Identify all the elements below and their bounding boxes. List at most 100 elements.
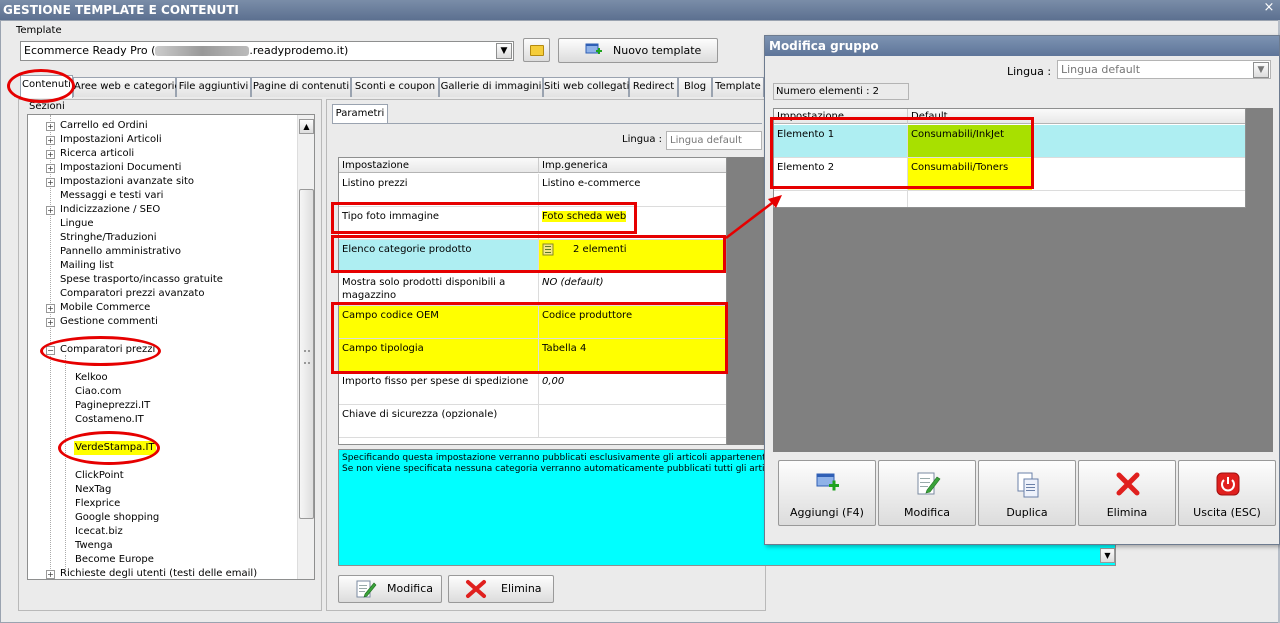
tree-item[interactable]: Comparatori prezzi avanzato: [60, 287, 204, 301]
tree-item[interactable]: Google shopping: [75, 511, 159, 525]
template-select[interactable]: Ecommerce Ready Pro ( .readyprodemo.it) ▼: [20, 41, 514, 61]
close-icon[interactable]: ×: [1262, 0, 1276, 20]
annotation-box: [331, 202, 637, 234]
tree-item[interactable]: Twenga: [75, 539, 113, 553]
new-template-label: Nuovo template: [613, 44, 702, 57]
expand-icon[interactable]: +: [46, 318, 55, 327]
tab-parametri[interactable]: Parametri: [332, 104, 388, 124]
edit-icon: [917, 472, 941, 495]
expand-icon[interactable]: +: [46, 304, 55, 313]
edit-icon: [356, 580, 377, 598]
modify-button[interactable]: Modifica: [338, 575, 442, 603]
settings-grid: Impostazione Imp.generica Listino prezzi…: [338, 157, 727, 445]
dialog-grid-empty: [1246, 108, 1273, 208]
add-window-icon: [585, 43, 602, 54]
chevron-down-icon[interactable]: ▼: [496, 43, 512, 59]
tree-item[interactable]: Messaggi e testi vari: [60, 189, 163, 203]
grid-header-value: Imp.generica: [539, 158, 726, 173]
open-folder-button[interactable]: [523, 38, 550, 62]
delete-label: Elimina: [501, 582, 542, 595]
tab-blog[interactable]: Blog: [678, 77, 712, 97]
tree-item[interactable]: Carrello ed Ordini: [60, 119, 148, 133]
tree-item[interactable]: Richieste degli utenti (testi delle emai…: [60, 567, 257, 579]
expand-icon[interactable]: +: [46, 570, 55, 579]
redacted-host: [155, 46, 250, 56]
chevron-down-icon[interactable]: ▼: [1253, 62, 1269, 78]
tree-item[interactable]: Impostazioni Articoli: [60, 133, 162, 147]
params-tab-line: [332, 123, 762, 124]
tree-item[interactable]: Icecat.biz: [75, 525, 123, 539]
scroll-up-icon[interactable]: ▲: [299, 119, 314, 134]
tree-item[interactable]: Indicizzazione / SEO: [60, 203, 160, 217]
tree-item[interactable]: Mobile Commerce: [60, 301, 150, 315]
add-button[interactable]: Aggiungi (F4): [778, 460, 876, 526]
tree-guide-subline: [65, 355, 66, 569]
grip-icon: [304, 350, 310, 364]
tree-item[interactable]: Impostazioni avanzate sito: [60, 175, 194, 189]
tab-gallerie[interactable]: Gallerie di immagini: [439, 77, 543, 97]
duplicate-icon: [1017, 472, 1039, 498]
setting-value[interactable]: 0,00: [539, 372, 726, 405]
tree-item[interactable]: Ciao.com: [75, 385, 121, 399]
add-window-icon: [816, 473, 839, 491]
expand-icon[interactable]: +: [46, 150, 55, 159]
dialog-grid-empty: [773, 208, 1273, 452]
chevron-down-icon[interactable]: ▼: [1100, 548, 1115, 563]
folder-icon: [530, 45, 544, 56]
dialog-lingua-select[interactable]: Lingua default ▼: [1057, 60, 1271, 79]
dialog-title: Modifica gruppo: [765, 36, 1279, 56]
tree-item[interactable]: Ricerca articoli: [60, 147, 134, 161]
modify-label: Modifica: [387, 582, 433, 595]
template-value-prefix: Ecommerce Ready Pro (: [24, 44, 156, 57]
modifica-gruppo-dialog: Modifica gruppo Lingua : Lingua default …: [764, 35, 1280, 545]
expand-icon[interactable]: +: [46, 136, 55, 145]
tree-item[interactable]: Mailing list: [60, 259, 114, 273]
scroll-thumb[interactable]: [299, 189, 314, 519]
setting-name: Importo fisso per spese di spedizione: [339, 372, 539, 405]
tree-item[interactable]: Pagineprezzi.IT: [75, 399, 150, 413]
dialog-lingua-label: Lingua :: [1007, 65, 1052, 78]
setting-name: Chiave di sicurezza (opzionale): [339, 405, 539, 438]
tab-template[interactable]: Template: [712, 77, 764, 97]
annotation-arrow-icon: [725, 195, 782, 239]
tree-item[interactable]: Costameno.IT: [75, 413, 144, 427]
setting-value[interactable]: [539, 405, 726, 438]
tree-item[interactable]: Become Europe: [75, 553, 154, 567]
tree-item[interactable]: Stringhe/Traduzioni: [60, 231, 157, 245]
tree-item[interactable]: Spese trasporto/incasso gratuite: [60, 273, 223, 287]
tree-item[interactable]: NexTag: [75, 483, 111, 497]
lingua-label: Lingua :: [622, 134, 663, 145]
expand-icon[interactable]: +: [46, 206, 55, 215]
tree-scrollbar[interactable]: ▲: [297, 115, 314, 579]
tree-item[interactable]: Impostazioni Documenti: [60, 161, 181, 175]
tree-item[interactable]: Flexprice: [75, 497, 120, 511]
expand-icon[interactable]: +: [46, 178, 55, 187]
new-template-button[interactable]: Nuovo template: [558, 38, 718, 63]
tree-item[interactable]: Pannello amministrativo: [60, 245, 181, 259]
tab-siti-collegati[interactable]: Siti web collegati: [543, 77, 629, 97]
tab-file-aggiuntivi[interactable]: File aggiuntivi: [176, 77, 251, 97]
delete-button[interactable]: Elimina: [448, 575, 554, 603]
duplicate-button[interactable]: Duplica: [978, 460, 1076, 526]
tab-aree-web[interactable]: Aree web e categorie: [73, 77, 181, 97]
duplicate-label: Duplica: [1006, 506, 1048, 519]
dialog-row-empty: [774, 191, 908, 207]
tab-sconti-coupon[interactable]: Sconti e coupon: [351, 77, 439, 97]
expand-icon[interactable]: +: [46, 122, 55, 131]
annotation-ellipse: [58, 431, 160, 465]
exit-button[interactable]: Uscita (ESC): [1178, 460, 1276, 526]
dialog-modify-button[interactable]: Modifica: [878, 460, 976, 526]
tree-item[interactable]: Gestione commenti: [60, 315, 158, 329]
expand-icon[interactable]: +: [46, 164, 55, 173]
template-value-suffix: .readyprodemo.it): [249, 44, 349, 57]
annotation-box: [770, 117, 1034, 189]
tree-item[interactable]: Kelkoo: [75, 371, 108, 385]
tree-item[interactable]: ClickPoint: [75, 469, 124, 483]
tab-pagine-contenuti[interactable]: Pagine di contenuti: [251, 77, 351, 97]
lingua-select[interactable]: Lingua default: [666, 131, 762, 150]
element-count: Numero elementi : 2: [773, 83, 909, 100]
dialog-delete-button[interactable]: Elimina: [1078, 460, 1176, 526]
tree-item[interactable]: Lingue: [60, 217, 94, 231]
tab-redirect[interactable]: Redirect: [629, 77, 678, 97]
template-label: Template: [16, 25, 62, 36]
